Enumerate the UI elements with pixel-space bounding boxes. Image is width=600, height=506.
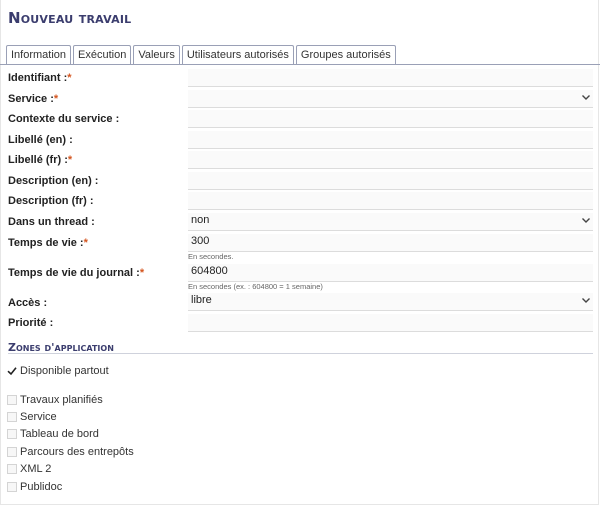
temps-vie-journal-help: En secondes (ex. : 604800 = 1 semaine)	[188, 282, 323, 291]
chevron-down-icon	[582, 218, 590, 223]
description-en-input[interactable]	[188, 172, 593, 190]
zone-label: Service	[20, 411, 57, 423]
tab-bar: Information Exécution Valeurs Utilisateu…	[6, 45, 398, 65]
tab-valeurs[interactable]: Valeurs	[133, 45, 180, 64]
zone-label: XML 2	[20, 463, 52, 475]
chevron-down-icon	[582, 298, 590, 303]
thread-label: Dans un thread :	[8, 216, 95, 228]
libelle-en-input[interactable]	[188, 131, 593, 149]
temps-vie-help: En secondes.	[188, 252, 234, 261]
priorite-label: Priorité :	[8, 317, 54, 329]
contexte-label: Contexte du service :	[8, 113, 120, 125]
libelle-fr-input[interactable]	[188, 151, 593, 169]
description-fr-input[interactable]	[188, 192, 593, 210]
required-marker: *	[53, 93, 59, 105]
thread-select[interactable]: non	[188, 213, 593, 231]
temps-vie-label: Temps de vie :*	[8, 237, 88, 249]
checkbox[interactable]	[7, 482, 17, 492]
required-marker: *	[67, 72, 72, 84]
section-divider	[8, 353, 593, 354]
contexte-input[interactable]	[188, 110, 593, 128]
zone-xml-2[interactable]: XML 2	[7, 462, 51, 476]
tabs-divider	[0, 64, 600, 65]
libelle-en-label: Libellé (en) :	[8, 134, 73, 146]
checkbox-checked[interactable]	[7, 366, 17, 376]
checkbox[interactable]	[7, 447, 17, 457]
libelle-fr-label: Libellé (fr) :*	[8, 154, 73, 166]
service-label: Service :*	[8, 93, 59, 105]
tab-groupes-autorises[interactable]: Groupes autorisés	[295, 45, 396, 64]
temps-vie-journal-label: Temps de vie du journal :*	[8, 267, 145, 279]
zone-label: Publidoc	[20, 481, 63, 493]
tab-utilisateurs-autorises[interactable]: Utilisateurs autorisés	[181, 45, 294, 64]
zone-label: Disponible partout	[20, 365, 109, 377]
checkmark-icon	[7, 367, 17, 376]
priorite-input[interactable]	[188, 314, 593, 332]
identifiant-label: Identifiant :*	[8, 72, 72, 84]
checkbox[interactable]	[7, 412, 17, 422]
identifiant-input[interactable]	[188, 69, 593, 87]
tab-information[interactable]: Information	[6, 45, 72, 65]
zone-publidoc[interactable]: Publidoc	[7, 480, 62, 494]
zone-label: Tableau de bord	[20, 428, 99, 440]
checkbox[interactable]	[7, 464, 17, 474]
zone-parcours-des-entrepots[interactable]: Parcours des entrepôts	[7, 445, 134, 459]
zone-tableau-de-bord[interactable]: Tableau de bord	[7, 427, 99, 441]
required-marker: *	[83, 237, 88, 249]
zone-service[interactable]: Service	[7, 410, 57, 424]
temps-vie-input[interactable]: 300	[188, 234, 593, 252]
checkbox[interactable]	[7, 395, 17, 405]
chevron-down-icon	[582, 95, 590, 100]
service-select[interactable]	[188, 90, 593, 108]
tab-execution[interactable]: Exécution	[73, 45, 132, 64]
description-fr-label: Description (fr) :	[8, 195, 94, 207]
acces-label: Accès :	[8, 297, 48, 309]
temps-vie-journal-input[interactable]: 604800	[188, 264, 593, 282]
acces-select[interactable]: libre	[188, 293, 593, 311]
zone-travaux-planifies[interactable]: Travaux planifiés	[7, 393, 103, 407]
zone-label: Parcours des entrepôts	[20, 446, 134, 458]
required-marker: *	[139, 267, 145, 279]
description-en-label: Description (en) :	[8, 175, 99, 187]
required-marker: *	[67, 154, 73, 166]
checkbox[interactable]	[7, 429, 17, 439]
zone-label: Travaux planifiés	[20, 394, 103, 406]
zone-disponible-partout[interactable]: Disponible partout	[7, 364, 109, 378]
page-title: Nouveau travail	[8, 9, 132, 27]
